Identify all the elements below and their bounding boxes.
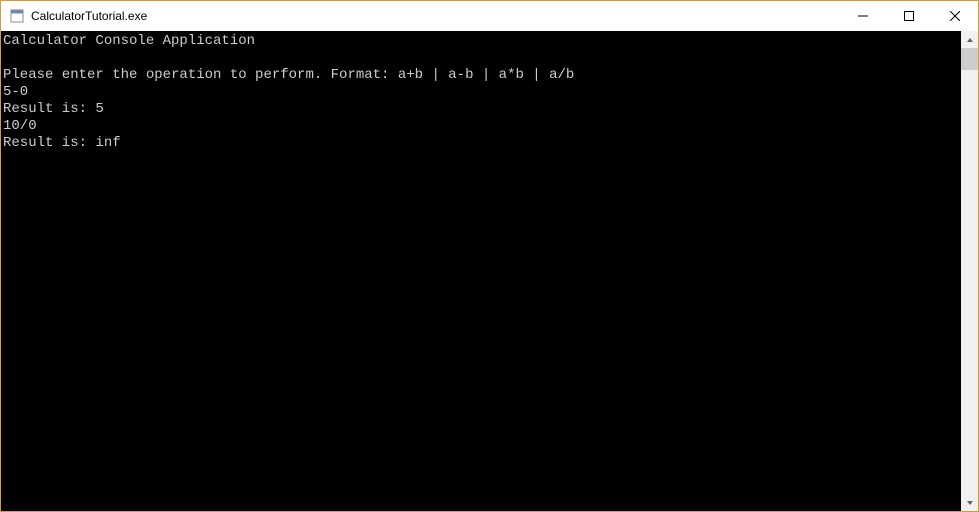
scroll-thumb[interactable] <box>961 48 978 70</box>
window-controls <box>840 1 978 31</box>
titlebar[interactable]: CalculatorTutorial.exe <box>1 1 978 31</box>
minimize-button[interactable] <box>840 1 886 31</box>
console-output[interactable]: Calculator Console Application Please en… <box>1 31 961 511</box>
scroll-track[interactable] <box>961 48 978 494</box>
scroll-up-button[interactable] <box>961 31 978 48</box>
application-window: CalculatorTutorial.exe Calculator Consol… <box>0 0 979 512</box>
close-button[interactable] <box>932 1 978 31</box>
app-icon <box>9 8 25 24</box>
console-area: Calculator Console Application Please en… <box>1 31 978 511</box>
maximize-button[interactable] <box>886 1 932 31</box>
scroll-down-button[interactable] <box>961 494 978 511</box>
window-title: CalculatorTutorial.exe <box>31 9 840 23</box>
vertical-scrollbar[interactable] <box>961 31 978 511</box>
